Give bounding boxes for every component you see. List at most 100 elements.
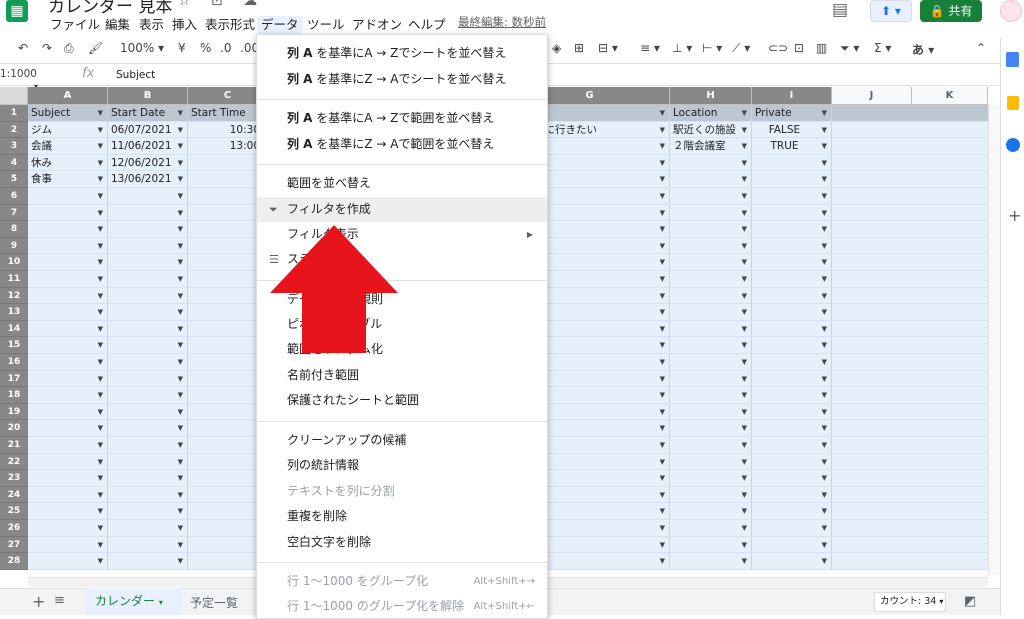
- chevron-down-icon[interactable]: ▼: [822, 205, 827, 221]
- cell-h[interactable]: ▼: [670, 254, 752, 271]
- chevron-down-icon[interactable]: ▼: [660, 537, 665, 553]
- column-header-h[interactable]: H: [670, 87, 752, 105]
- chevron-down-icon[interactable]: ▼: [178, 221, 183, 237]
- chevron-down-icon[interactable]: ▼: [742, 387, 747, 403]
- align-left-icon[interactable]: ≡ ▾: [640, 41, 660, 55]
- last-edit-link[interactable]: 最終編集: 数秒前: [458, 14, 546, 30]
- row-header[interactable]: 24: [0, 486, 28, 504]
- tasks-icon[interactable]: [1006, 138, 1020, 152]
- cell-a[interactable]: ▼: [28, 453, 108, 470]
- chevron-down-icon[interactable]: ▼: [742, 271, 747, 287]
- cell-i[interactable]: ▼: [752, 171, 832, 188]
- chevron-down-icon[interactable]: ▼: [822, 420, 827, 436]
- chevron-down-icon[interactable]: ▼: [742, 171, 747, 187]
- chevron-down-icon[interactable]: ▼: [98, 487, 103, 503]
- chevron-down-icon[interactable]: ▼: [742, 553, 747, 569]
- print-icon[interactable]: ⎙: [64, 41, 74, 56]
- chevron-down-icon[interactable]: ▼: [822, 155, 827, 171]
- chevron-down-icon[interactable]: ▼: [98, 437, 103, 453]
- add-sheet-icon[interactable]: +: [32, 592, 45, 611]
- cell-a[interactable]: ジム ▼: [28, 121, 108, 138]
- cell-h[interactable]: ▼: [670, 486, 752, 503]
- cell-a[interactable]: ▼: [28, 337, 108, 354]
- star-icon[interactable]: ☆ ⊡ ☁: [178, 0, 265, 9]
- chevron-down-icon[interactable]: ▼: [742, 205, 747, 221]
- chevron-down-icon[interactable]: ▼: [822, 171, 827, 187]
- chevron-down-icon[interactable]: ▼: [98, 221, 103, 237]
- chevron-down-icon[interactable]: ▼: [822, 371, 827, 387]
- menu-ungroup-rows[interactable]: 行 1～1000 のグループ化を解除 Alt+Shift+←: [257, 594, 547, 619]
- cell-h[interactable]: ▼: [670, 337, 752, 354]
- cell-i[interactable]: ▼: [752, 337, 832, 354]
- chevron-down-icon[interactable]: ▼: [178, 487, 183, 503]
- cell-i[interactable]: ▼: [752, 520, 832, 536]
- row-header[interactable]: 11: [0, 271, 28, 288]
- chevron-down-icon[interactable]: ▼: [660, 155, 665, 171]
- header-private[interactable]: Private ▼: [752, 105, 832, 121]
- menu-trim-whitespace[interactable]: 空白文字を削除: [257, 530, 547, 555]
- chevron-down-icon[interactable]: ▼: [822, 437, 827, 453]
- cell-a[interactable]: ▼: [28, 271, 108, 287]
- menu-tools[interactable]: ツール: [305, 16, 347, 34]
- chevron-down-icon[interactable]: ▼: [178, 520, 183, 536]
- cell-i[interactable]: ▼: [752, 486, 832, 503]
- row-header[interactable]: 12: [0, 287, 28, 305]
- currency-button[interactable]: ¥: [178, 41, 186, 55]
- row-header[interactable]: 2: [0, 121, 28, 139]
- row-header[interactable]: 7: [0, 204, 28, 222]
- cell-a[interactable]: ▼: [28, 221, 108, 238]
- chevron-down-icon[interactable]: ▼: [742, 122, 747, 138]
- cell-h[interactable]: ▼: [670, 470, 752, 487]
- cell-a[interactable]: ▼: [28, 237, 108, 254]
- cell-h[interactable]: ▼: [670, 271, 752, 287]
- share-button[interactable]: 🔒 共有: [920, 0, 982, 22]
- cell-h[interactable]: ▼: [670, 354, 752, 370]
- cell-i[interactable]: FALSE ▼: [752, 121, 832, 138]
- chevron-down-icon[interactable]: ▼: [660, 254, 665, 270]
- menu-named-ranges[interactable]: 名前付き範囲: [257, 363, 547, 388]
- chevron-down-icon[interactable]: ▼: [98, 321, 103, 337]
- cell-a[interactable]: ▼: [28, 520, 108, 536]
- collapse-toolbar-icon[interactable]: ⌃: [976, 41, 986, 55]
- add-addon-icon[interactable]: +: [1008, 206, 1021, 225]
- chevron-down-icon[interactable]: ▼: [742, 354, 747, 370]
- cell-i[interactable]: ▼: [752, 420, 832, 437]
- chevron-down-icon[interactable]: ▼: [178, 321, 183, 337]
- menu-help[interactable]: ヘルプ: [406, 16, 448, 34]
- cell-a[interactable]: ▼: [28, 486, 108, 503]
- chevron-down-icon[interactable]: ▼: [742, 221, 747, 237]
- chevron-down-icon[interactable]: ▼: [98, 337, 103, 353]
- row-header[interactable]: 17: [0, 370, 28, 388]
- header-start-date[interactable]: Start Date ▼: [108, 105, 188, 121]
- menu-data[interactable]: データ: [257, 16, 303, 34]
- cell-h[interactable]: ▼: [670, 453, 752, 470]
- chevron-down-icon[interactable]: ▼: [98, 404, 103, 420]
- chevron-down-icon[interactable]: ▼: [660, 105, 665, 121]
- chevron-down-icon[interactable]: ▼: [822, 520, 827, 536]
- cell-b[interactable]: ▼: [108, 271, 188, 287]
- cell-b[interactable]: ▼: [108, 237, 188, 254]
- cell-b[interactable]: ▼: [108, 403, 188, 420]
- chart-icon[interactable]: ▥: [816, 41, 827, 55]
- cell-a[interactable]: ▼: [28, 470, 108, 487]
- column-header-j[interactable]: J: [832, 87, 912, 105]
- chevron-down-icon[interactable]: ▼: [178, 122, 183, 138]
- menu-protected-ranges[interactable]: 保護されたシートと範囲: [257, 388, 547, 413]
- chevron-down-icon[interactable]: ▼: [178, 205, 183, 221]
- chevron-down-icon[interactable]: ▼: [822, 337, 827, 353]
- sheet-tab-schedule[interactable]: 予定一覧: [190, 594, 238, 611]
- cell-a[interactable]: ▼: [28, 553, 108, 570]
- cell-h[interactable]: ▼: [670, 237, 752, 254]
- chevron-down-icon[interactable]: ▼: [178, 553, 183, 569]
- cell-a[interactable]: ▼: [28, 420, 108, 437]
- chevron-down-icon[interactable]: ▼: [822, 122, 827, 138]
- row-header[interactable]: 5: [0, 171, 28, 188]
- sheet-tab-calendar[interactable]: カレンダー ▾: [85, 588, 181, 615]
- menu-sort-sheet-za[interactable]: 列 A を基準にZ → Aでシートを並べ替え: [257, 67, 547, 92]
- menu-insert[interactable]: 挿入: [170, 16, 199, 34]
- chevron-down-icon[interactable]: ▼: [660, 188, 665, 204]
- cell-h[interactable]: ▼: [670, 370, 752, 387]
- menu-create-filter[interactable]: ⏷ フィルタを作成: [257, 197, 547, 222]
- cell-i[interactable]: ▼: [752, 204, 832, 221]
- chevron-down-icon[interactable]: ▼: [822, 254, 827, 270]
